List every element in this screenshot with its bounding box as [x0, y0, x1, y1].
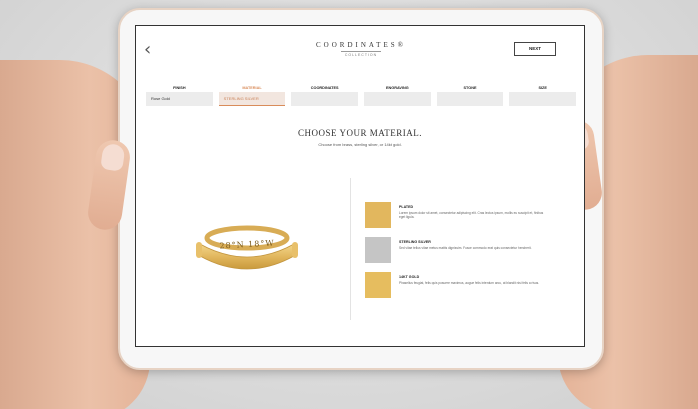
tablet-screen: ‹ COORDINATES® COLLECTION NEXT FINISH Ro…	[135, 25, 585, 347]
swatch-14kt-gold	[365, 272, 391, 298]
tab-value: STERLING SILVER	[218, 92, 286, 106]
tab-size[interactable]: SIZE	[509, 84, 577, 106]
product-image-cuff: 28°N 18°W	[192, 216, 302, 278]
tab-label: ENGRAVING	[385, 86, 409, 90]
tab-value	[364, 92, 431, 106]
brand-subtitle: COLLECTION	[344, 53, 378, 57]
step-tabs: FINISH Rose Gold MATERIAL STERLING SILVE…	[146, 84, 577, 106]
back-button[interactable]: ‹	[144, 40, 160, 60]
tab-label: COORDINATES	[310, 86, 339, 90]
brand-name: COORDINATES®	[316, 41, 406, 49]
material-option-sterling-silver[interactable]: STERLING SILVER Sed vitae tellus vitae m…	[365, 237, 565, 269]
option-description: Sed vitae tellus vitae metus mattis dign…	[399, 246, 532, 250]
brand-rule	[341, 51, 381, 52]
option-title: 14KT GOLD	[399, 275, 420, 279]
option-text: 14KT GOLD Phasellus feugiat, felis quis …	[399, 275, 549, 285]
next-button[interactable]: NEXT	[514, 42, 556, 56]
option-title: PLATED	[399, 205, 414, 209]
page-subtitle: Choose from brass, sterling silver, or 1…	[318, 142, 402, 147]
option-title: STERLING SILVER	[399, 240, 431, 244]
tab-stone[interactable]: STONE	[436, 84, 504, 106]
tab-value	[436, 92, 504, 106]
tab-value	[291, 92, 359, 106]
page-title: CHOOSE YOUR MATERIAL.	[298, 128, 422, 138]
tab-label: STONE	[463, 86, 477, 90]
tab-value: Rose Gold	[146, 92, 213, 106]
material-options: PLATED Lorem ipsum dolor sit amet, conse…	[365, 202, 565, 307]
tab-label: FINISH	[173, 86, 186, 90]
option-description: Lorem ipsum dolor sit amet, consectetur …	[399, 211, 544, 220]
tab-coordinates[interactable]: COORDINATES	[291, 84, 359, 106]
material-option-plated[interactable]: PLATED Lorem ipsum dolor sit amet, conse…	[365, 202, 565, 234]
tab-value	[509, 92, 577, 106]
brand-logo: COORDINATES® COLLECTION	[286, 41, 436, 57]
column-divider	[350, 178, 351, 320]
tab-engraving[interactable]: ENGRAVING	[364, 84, 431, 106]
option-text: PLATED Lorem ipsum dolor sit amet, conse…	[399, 205, 549, 220]
tab-finish[interactable]: FINISH Rose Gold	[146, 84, 213, 106]
tab-label: SIZE	[538, 86, 547, 90]
swatch-plated	[365, 202, 391, 228]
tab-label: MATERIAL	[242, 86, 262, 90]
option-text: STERLING SILVER Sed vitae tellus vitae m…	[399, 240, 549, 250]
swatch-sterling-silver	[365, 237, 391, 263]
chevron-left-icon: ‹	[144, 39, 152, 60]
option-description: Phasellus feugiat, felis quis posuere ma…	[399, 281, 540, 285]
left-thumbnail	[100, 142, 126, 172]
material-option-14kt-gold[interactable]: 14KT GOLD Phasellus feugiat, felis quis …	[365, 272, 565, 304]
tab-material[interactable]: MATERIAL STERLING SILVER	[218, 84, 286, 106]
